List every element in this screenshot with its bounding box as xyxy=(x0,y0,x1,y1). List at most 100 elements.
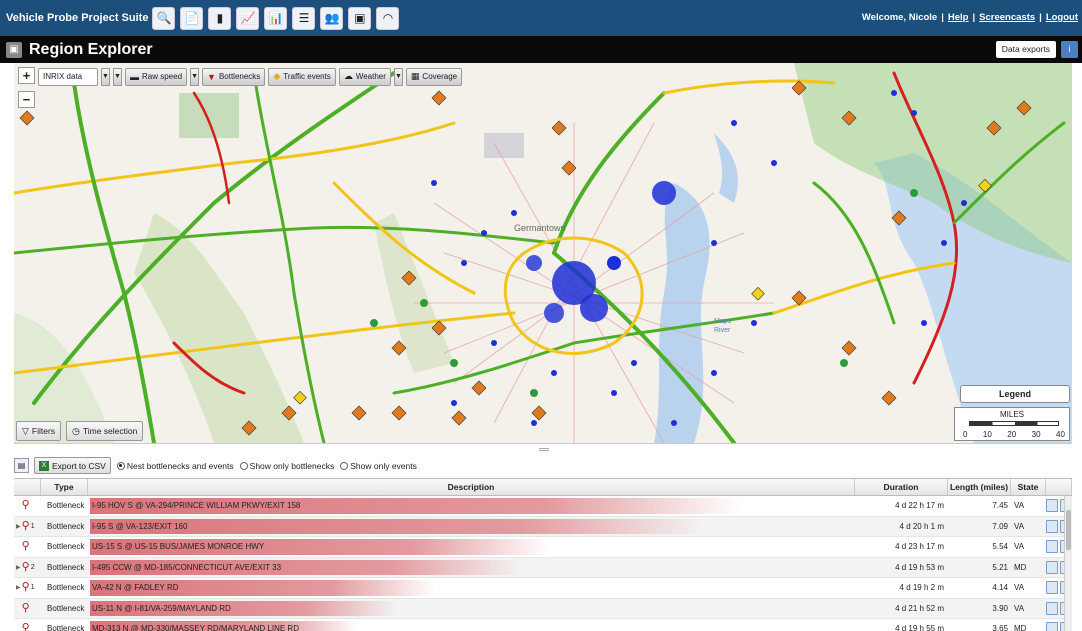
traffic-events-button[interactable]: ◆ Traffic events xyxy=(268,67,336,86)
header-description[interactable]: Description xyxy=(88,479,855,495)
radio-unselected-icon xyxy=(340,461,349,470)
time-selection-button[interactable]: ◷ Time selection xyxy=(66,421,144,441)
zoom-in-button[interactable]: + xyxy=(18,67,35,84)
row-icon-cell[interactable]: ▶ ⚲ 1 xyxy=(14,582,41,593)
list-tool-icon[interactable]: ☰ xyxy=(292,6,316,30)
row-icon-cell[interactable]: ▶⚲ xyxy=(14,500,41,511)
table-row[interactable]: ▶ ⚲ 1 Bottleneck VA-42 N @ FADLEY RD 4 d 19 h… xyxy=(14,578,1072,599)
row-icon-cell[interactable]: ▶⚲ xyxy=(14,623,41,631)
map-canvas[interactable]: Germantown Maps River + − INRIX data ▼ ▼… xyxy=(14,63,1072,443)
length-cell: 3.90 xyxy=(992,603,1008,613)
expand-arrow-icon[interactable]: ▶ xyxy=(16,584,21,591)
duration-cell: 4 d 19 h 55 m xyxy=(895,624,944,631)
suite-header: Vehicle Probe Project Suite 🔍 📄 ▮ 📈 📊 ☰ … xyxy=(0,0,1082,36)
zoom-to-map-icon[interactable] xyxy=(1046,601,1058,615)
table-scrollbar[interactable] xyxy=(1064,496,1072,631)
description-cell: I-495 CCW @ MD-185/CONNECTICUT AVE/EXIT … xyxy=(88,558,855,578)
raw-speed-dropdown-icon[interactable]: ▼ xyxy=(113,67,122,86)
bottlenecks-button[interactable]: ▼ Bottlenecks xyxy=(202,67,266,86)
weather-label: Weather xyxy=(355,72,386,81)
description-cell: US-15 S @ US-15 BUS/JAMES MONROE HWY xyxy=(88,537,855,557)
scale-bar xyxy=(969,421,1059,426)
filters-button[interactable]: ▽ Filters xyxy=(16,421,62,441)
panel-splitter[interactable] xyxy=(14,443,1072,455)
scrollbar-thumb[interactable] xyxy=(1066,510,1071,550)
bar-tool-icon[interactable]: ▮ xyxy=(208,6,232,30)
state-cell: VA xyxy=(1014,603,1025,613)
state-cell: VA xyxy=(1014,521,1025,531)
map-scale: MILES 0 10 20 30 40 xyxy=(954,407,1070,441)
expand-arrow-icon[interactable]: ▶ xyxy=(16,523,21,530)
zoom-to-map-icon[interactable] xyxy=(1046,499,1058,513)
table-row[interactable]: ▶ ⚲ 1 Bottleneck I-95 S @ VA-123/EXIT 160 4 d… xyxy=(14,516,1072,537)
table-row[interactable]: ▶⚲ Bottleneck US-11 N @ I-81/VA-259/MAYLAN… xyxy=(14,598,1072,619)
description-cell: I-95 HOV S @ VA-294/PRINCE WILLIAM PKWY/… xyxy=(88,496,855,516)
data-source-select[interactable]: INRIX data xyxy=(38,67,98,86)
type-cell: Bottleneck xyxy=(47,624,85,631)
bottlenecks-dropdown-icon[interactable]: ▼ xyxy=(190,67,200,86)
zoom-to-map-icon[interactable] xyxy=(1046,581,1058,595)
map-tool-icon[interactable]: 🔍 xyxy=(152,6,176,30)
grid-view-icon[interactable]: ▤ xyxy=(14,458,29,473)
header-duration[interactable]: Duration xyxy=(855,479,948,495)
report-tool-icon[interactable]: ▣ xyxy=(348,6,372,30)
header-type[interactable]: Type xyxy=(41,479,88,495)
graph-tool-icon[interactable]: 📈 xyxy=(236,6,260,30)
gauge-tool-icon[interactable]: ◠ xyxy=(376,6,400,30)
description-text: I-95 HOV S @ VA-294/PRINCE WILLIAM PKWY/… xyxy=(92,501,301,511)
coverage-button[interactable]: ▦ Coverage xyxy=(405,67,463,86)
weather-button[interactable]: ☁ Weather xyxy=(338,67,391,86)
export-csv-button[interactable]: X Export to CSV xyxy=(34,457,111,474)
scale-tick: 0 xyxy=(963,430,968,439)
radio-events-only[interactable]: Show only events xyxy=(340,461,417,471)
row-icon-cell[interactable]: ▶ ⚲ 2 xyxy=(14,561,41,573)
speed-icon: ▬ xyxy=(130,71,139,82)
raw-speed-button[interactable]: ▬ Raw speed xyxy=(125,67,188,86)
table-row[interactable]: ▶⚲ Bottleneck US-15 S @ US-15 BUS/JAMES MO… xyxy=(14,537,1072,558)
map-layer: Germantown Maps River xyxy=(14,63,1072,443)
nested-count: 1 xyxy=(30,584,35,592)
scale-tick: 40 xyxy=(1056,430,1065,439)
row-icon-cell[interactable]: ▶⚲ xyxy=(14,602,41,614)
header-length[interactable]: Length (miles) xyxy=(948,479,1011,495)
table-row[interactable]: ▶⚲ Bottleneck I-95 HOV S @ VA-294/PRINCE W… xyxy=(14,496,1072,517)
people-tool-icon[interactable]: 👥 xyxy=(320,6,344,30)
zoom-to-map-icon[interactable] xyxy=(1046,519,1058,533)
bottleneck-icon: ⚲ xyxy=(21,519,30,532)
chart-tool-icon[interactable]: 📊 xyxy=(264,6,288,30)
weather-dropdown-icon[interactable]: ▼ xyxy=(393,67,403,86)
radio-nest[interactable]: Nest bottlenecks and events xyxy=(116,461,234,471)
scale-ticks: 0 10 20 30 40 xyxy=(963,430,1065,439)
raw-speed-label: Raw speed xyxy=(142,72,183,81)
radio-bottlenecks-only[interactable]: Show only bottlenecks xyxy=(239,461,334,471)
svg-text:River: River xyxy=(714,327,731,334)
region-explorer-icon: ▣ xyxy=(6,41,22,58)
radio-unselected-icon xyxy=(239,461,248,470)
table-row[interactable]: ▶⚲ Bottleneck MD-313 N @ MD-330/MASSEY RD/… xyxy=(14,619,1072,631)
logout-link[interactable]: Logout xyxy=(1046,12,1078,23)
type-cell: Bottleneck xyxy=(47,501,85,511)
splitter-grip-icon[interactable] xyxy=(539,448,549,451)
zoom-to-map-icon[interactable] xyxy=(1046,540,1058,554)
table-row[interactable]: ▶ ⚲ 2 Bottleneck I-495 CCW @ MD-185/CONNECTI… xyxy=(14,557,1072,578)
zoom-to-map-icon[interactable] xyxy=(1046,560,1058,574)
screencasts-link[interactable]: Screencasts xyxy=(979,12,1035,23)
row-icon-cell[interactable]: ▶⚲ xyxy=(14,541,41,552)
header-state[interactable]: State xyxy=(1011,479,1046,495)
row-icon-cell[interactable]: ▶ ⚲ 1 xyxy=(14,519,41,532)
nested-count: 2 xyxy=(30,563,35,571)
legend-button[interactable]: Legend xyxy=(960,385,1070,403)
trend-tool-icon[interactable]: 📄 xyxy=(180,6,204,30)
filters-label: Filters xyxy=(31,426,56,436)
zoom-to-map-icon[interactable] xyxy=(1046,622,1058,631)
scale-title: MILES xyxy=(999,410,1024,419)
state-cell: VA xyxy=(1014,501,1025,511)
expand-arrow-icon[interactable]: ▶ xyxy=(16,564,21,571)
data-source-dropdown-icon[interactable]: ▼ xyxy=(101,67,110,86)
info-icon[interactable]: i xyxy=(1061,41,1078,58)
duration-cell: 4 d 23 h 17 m xyxy=(895,542,944,552)
help-link[interactable]: Help xyxy=(948,12,969,23)
data-exports-button[interactable]: Data exports xyxy=(995,41,1056,58)
zoom-out-button[interactable]: − xyxy=(18,91,35,108)
duration-cell: 4 d 21 h 52 m xyxy=(895,603,944,613)
